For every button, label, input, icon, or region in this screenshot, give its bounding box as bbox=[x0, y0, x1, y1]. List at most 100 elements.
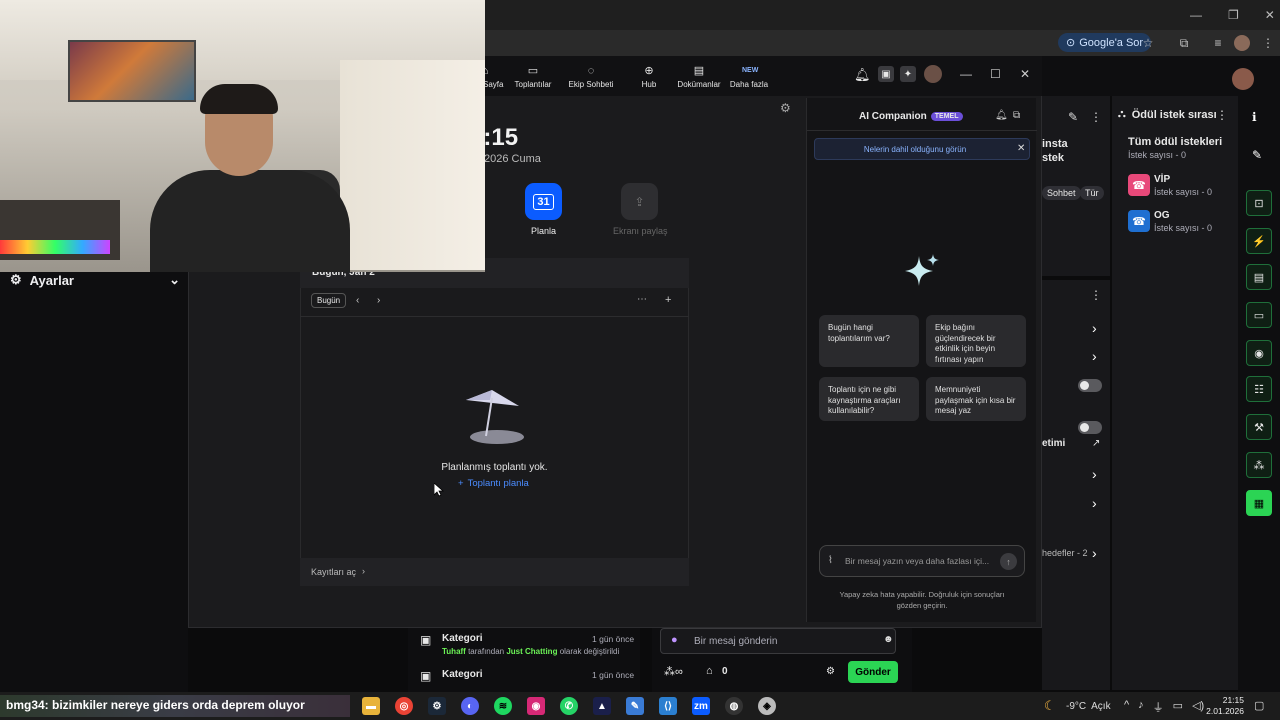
google-ask-pill[interactable]: ⊙ Google'a Sor bbox=[1058, 33, 1152, 52]
emoji-icon[interactable]: ☻ bbox=[883, 634, 894, 645]
broadcast-icon[interactable]: ◉ bbox=[1246, 340, 1272, 366]
bell-icon[interactable]: 🔔︎ bbox=[995, 110, 1008, 121]
schedule-button[interactable]: 31 bbox=[525, 183, 562, 220]
chevron-right-icon[interactable]: › bbox=[1092, 545, 1097, 561]
camera-focus-icon[interactable]: ⊡ bbox=[1246, 190, 1272, 216]
chart-icon[interactable]: ↗ bbox=[1092, 438, 1100, 449]
paperclip-icon[interactable]: ⌇ bbox=[828, 555, 833, 566]
nav-docs[interactable]: ▤ Dokümanlar bbox=[672, 64, 726, 89]
profile-avatar[interactable] bbox=[1234, 35, 1250, 51]
share-screen-button[interactable]: ⇪ bbox=[621, 183, 658, 220]
menu-icon[interactable]: ⋮ bbox=[1260, 35, 1276, 51]
maximize-icon[interactable]: ☐ bbox=[990, 67, 1001, 81]
gear-icon[interactable]: ⚙ bbox=[826, 666, 835, 677]
popout-icon[interactable]: ⧉ bbox=[1013, 110, 1020, 121]
chevron-right-icon[interactable]: › bbox=[1092, 348, 1097, 364]
layout-icon[interactable]: ☷ bbox=[1246, 376, 1272, 402]
vscode-icon[interactable]: ⟨⟩ bbox=[659, 697, 677, 715]
wrench-icon[interactable]: ⚒ bbox=[1246, 414, 1272, 440]
today-button[interactable]: Bugün bbox=[311, 293, 347, 308]
prompt-chip[interactable]: Memnuniyeti paylaşmak için kısa bir mesa… bbox=[926, 377, 1026, 421]
clapper-icon[interactable]: ▦ bbox=[1246, 490, 1272, 516]
zoom-icon[interactable]: zm bbox=[692, 697, 710, 715]
instagram-icon[interactable]: ◉ bbox=[527, 697, 545, 715]
plus-icon[interactable]: + bbox=[665, 294, 671, 306]
microphone-icon[interactable]: ● bbox=[671, 634, 678, 646]
nav-team-chat[interactable]: ◌ Ekip Sohbeti bbox=[564, 64, 618, 89]
more-horizontal-icon[interactable]: ⋯ bbox=[637, 294, 647, 305]
minimize-icon[interactable]: — bbox=[1190, 8, 1202, 22]
chevron-right-icon[interactable]: › bbox=[377, 295, 380, 306]
avatar[interactable] bbox=[924, 65, 942, 83]
chevron-left-icon[interactable]: ‹ bbox=[356, 295, 359, 306]
info-icon[interactable]: ℹ bbox=[1252, 110, 1257, 124]
clock[interactable]: 21:15 2.01.2026 bbox=[1200, 695, 1244, 717]
microphone-icon[interactable]: ♪ bbox=[1138, 699, 1144, 715]
prompt-chip[interactable]: Ekip bağını güçlendirecek bir etkinlik i… bbox=[926, 315, 1026, 367]
toggle-switch[interactable] bbox=[1078, 421, 1102, 434]
reward-item-og[interactable]: ☎ OG İstek sayısı - 0 bbox=[1128, 210, 1238, 234]
sparkle-icon[interactable]: ✦ bbox=[900, 66, 916, 82]
edit-icon[interactable]: ✎ bbox=[1068, 110, 1078, 124]
notification-icon[interactable]: ▢ bbox=[1254, 699, 1264, 712]
schedule-meeting-link[interactable]: + Toplantı planla bbox=[458, 478, 529, 489]
prompt-chip[interactable]: Bugün hangi toplantılarım var? bbox=[819, 315, 919, 367]
nav-hub[interactable]: ⊕ Hub bbox=[622, 64, 676, 89]
send-button[interactable]: Gönder bbox=[848, 661, 898, 683]
gear-icon[interactable]: ⚙ bbox=[780, 101, 791, 115]
recordings-row[interactable]: Kayıtları aç › bbox=[300, 558, 689, 586]
all-rewards-link[interactable]: Tüm ödül istekleri bbox=[1128, 136, 1222, 148]
usb-icon[interactable]: ⏚ bbox=[1153, 699, 1164, 715]
nav-more[interactable]: NEW Daha fazla bbox=[722, 64, 776, 89]
more-icon[interactable]: ⋮ bbox=[1090, 110, 1102, 124]
restore-icon[interactable]: ❐ bbox=[1228, 8, 1239, 22]
prompt-chip[interactable]: Toplantı için ne gibi kaynaştırma araçla… bbox=[819, 377, 919, 421]
send-arrow-icon[interactable]: ↑ bbox=[1000, 553, 1017, 570]
username-link[interactable]: Tuhaff bbox=[442, 647, 466, 656]
reward-item-vip[interactable]: ☎ VİP İstek sayısı - 0 bbox=[1128, 174, 1238, 198]
app-icon[interactable]: ▲ bbox=[593, 697, 611, 715]
chevron-up-icon[interactable]: ^ bbox=[1124, 699, 1129, 715]
tag-tur[interactable]: Tür bbox=[1080, 186, 1104, 200]
close-icon[interactable]: ✕ bbox=[1265, 8, 1275, 22]
close-icon[interactable]: ✕ bbox=[1017, 143, 1025, 154]
tag-sohbet[interactable]: Sohbet bbox=[1042, 186, 1081, 200]
nav-meetings[interactable]: ▭ Toplantılar bbox=[506, 64, 560, 89]
folder-icon[interactable]: ▬ bbox=[362, 697, 380, 715]
includes-banner[interactable]: Nelerin dahil olduğunu görün ✕ bbox=[814, 138, 1030, 160]
chrome-icon[interactable]: ◎ bbox=[395, 697, 413, 715]
whatsapp-icon[interactable]: ✆ bbox=[560, 697, 578, 715]
minimize-icon[interactable]: — bbox=[960, 67, 972, 81]
gift-icon[interactable]: ▣ bbox=[878, 66, 894, 82]
more-icon[interactable]: ⋮ bbox=[1216, 108, 1228, 122]
chevron-right-icon[interactable]: › bbox=[1092, 495, 1097, 511]
close-icon[interactable]: ✕ bbox=[1020, 67, 1030, 81]
edit-icon[interactable]: ✎ bbox=[1252, 148, 1262, 162]
bits-icon[interactable]: ⁂ bbox=[1246, 452, 1272, 478]
chat-input[interactable]: ● Bir mesaj gönderin ☻ bbox=[660, 628, 896, 654]
chat-bubble-icon[interactable]: ▭ bbox=[1246, 302, 1272, 328]
channel-points-icon[interactable]: ⌂ bbox=[706, 665, 713, 677]
discord-icon[interactable]: ◐ bbox=[461, 697, 479, 715]
tab-search-icon[interactable]: ≡ bbox=[1210, 35, 1226, 51]
bits-icon[interactable]: ⁂∞ bbox=[664, 665, 683, 678]
more-icon[interactable]: ⋮ bbox=[1090, 288, 1102, 302]
document-icon[interactable]: ▤ bbox=[1246, 264, 1272, 290]
network-icon[interactable]: ▭ bbox=[1173, 699, 1183, 715]
chevron-right-icon[interactable]: › bbox=[1092, 466, 1097, 482]
star-icon[interactable]: ☆ bbox=[1140, 35, 1156, 51]
chevron-right-icon[interactable]: › bbox=[1092, 320, 1097, 336]
settings-row[interactable]: ⚙ Ayarlar ⌄ bbox=[10, 270, 180, 290]
obs-icon[interactable]: ◍ bbox=[725, 697, 743, 715]
spotify-icon[interactable]: ≋ bbox=[494, 697, 512, 715]
notepad-icon[interactable]: ✎ bbox=[626, 697, 644, 715]
lightning-icon[interactable]: ⚡ bbox=[1246, 228, 1272, 254]
weather[interactable]: -9°C Açık bbox=[1066, 701, 1111, 712]
category-link[interactable]: Just Chatting bbox=[506, 647, 557, 656]
ai-message-input[interactable]: ⌇ Bir mesaj yazın veya daha fazlası içi.… bbox=[819, 545, 1025, 577]
user-avatar[interactable] bbox=[1232, 68, 1254, 90]
extensions-icon[interactable]: ⧉ bbox=[1176, 35, 1192, 51]
bell-icon[interactable]: 🔔︎ bbox=[854, 67, 871, 83]
toggle-switch[interactable] bbox=[1078, 379, 1102, 392]
app-icon[interactable]: ◈ bbox=[758, 697, 776, 715]
